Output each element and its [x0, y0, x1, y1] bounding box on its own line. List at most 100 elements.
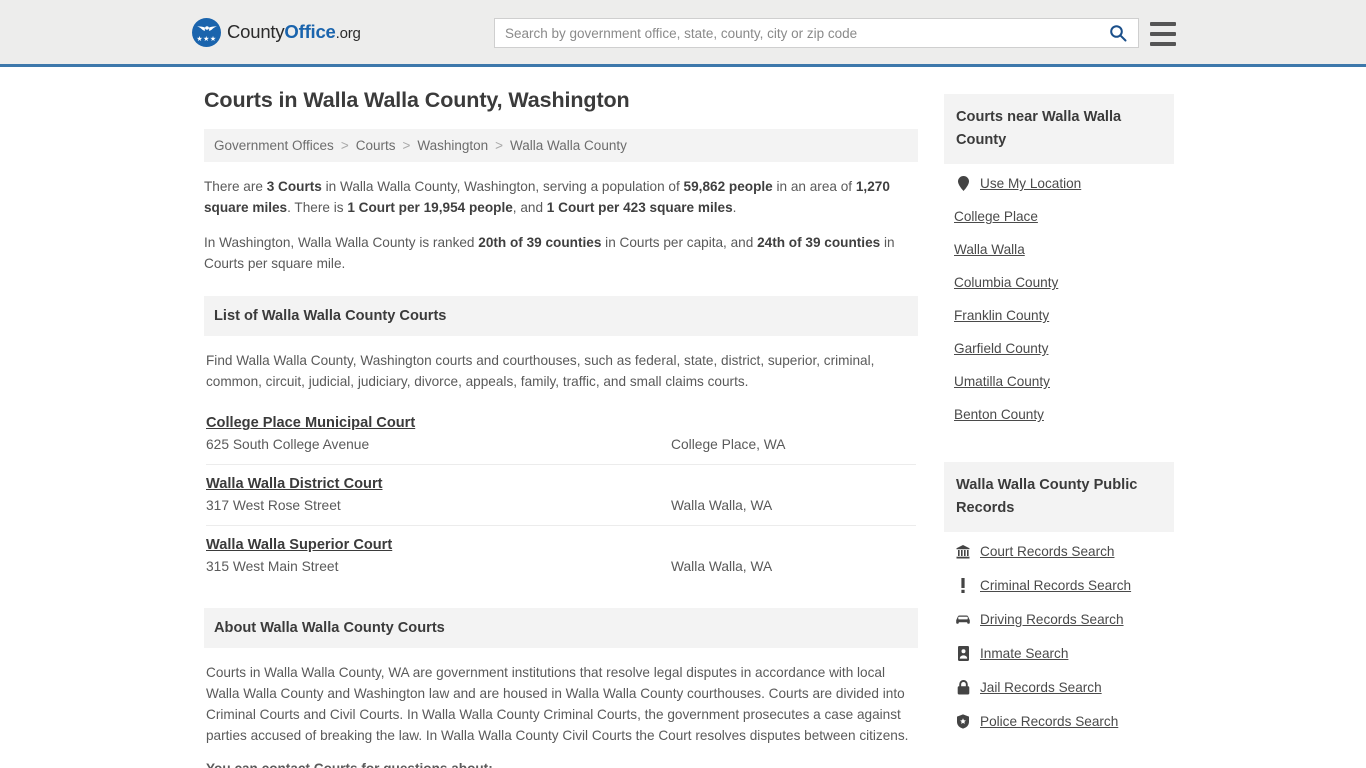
court-name-link[interactable]: Walla Walla District Court [206, 476, 383, 492]
sidebar-item-umatilla-county[interactable]: Umatilla County [954, 374, 1172, 389]
intro-text: . [732, 200, 737, 215]
sidebar-item-columbia-county[interactable]: Columbia County [954, 275, 1172, 290]
breadcrumb-separator-icon: > [402, 138, 411, 153]
court-detail: 315 West Main Street Walla Walla, WA [206, 559, 916, 574]
sidebar-item-police-records-search[interactable]: Police Records Search [954, 714, 1172, 729]
intro-text: in Courts per capita, and [601, 235, 758, 250]
intro-statistics: There are 3 Courts in Walla Walla County… [204, 176, 918, 274]
brand-wordmark: CountyOffice.org [227, 21, 361, 43]
sidebar-item-jail-records-search[interactable]: Jail Records Search [954, 680, 1172, 695]
site-header: ★★★ CountyOffice.org [0, 0, 1366, 67]
stat-rank-per-capita: 20th of 39 counties [478, 235, 602, 250]
sidebar-item-label: Use My Location [980, 176, 1082, 191]
court-city: Walla Walla, WA [671, 498, 773, 513]
table-row[interactable]: Walla Walla Superior Court 315 West Main… [206, 526, 916, 586]
intro-text: , and [512, 200, 547, 215]
stat-courts-per-area: 1 Court per 423 square miles [546, 200, 733, 215]
lock-icon [954, 680, 972, 695]
hamburger-menu-icon [1150, 22, 1176, 26]
court-list: College Place Municipal Court 625 South … [206, 404, 916, 586]
sidebar-item-franklin-county[interactable]: Franklin County [954, 308, 1172, 323]
sidebar-item-college-place[interactable]: College Place [954, 209, 1172, 224]
intro-text: in Walla Walla County, Washington, servi… [321, 179, 684, 194]
court-address: 315 West Main Street [206, 559, 339, 574]
court-address: 317 West Rose Street [206, 498, 341, 513]
sidebar-header-courts-nearby: Courts near Walla Walla County [944, 94, 1174, 164]
about-subheading: You can contact Courts for questions abo… [206, 758, 916, 768]
list-section-description: Find Walla Walla County, Washington cour… [206, 353, 875, 389]
court-city: Walla Walla, WA [671, 559, 773, 574]
sidebar-item-label: Garfield County [954, 341, 1049, 356]
search-input[interactable] [495, 19, 1098, 47]
section-header-list-of-courts: List of Walla Walla County Courts [204, 296, 918, 336]
sidebar-item-label: Walla Walla [954, 242, 1025, 257]
sidebar-item-use-my-location[interactable]: Use My Location [954, 176, 1172, 191]
stat-court-count: 3 Courts [266, 179, 322, 194]
sidebar-item-court-records-search[interactable]: Court Records Search [954, 544, 1172, 559]
list-section-body: Find Walla Walla County, Washington cour… [204, 336, 918, 586]
court-name-link[interactable]: Walla Walla Superior Court [206, 537, 392, 553]
intro-text: In Washington, Walla Walla County is ran… [204, 235, 479, 250]
site-logo[interactable]: ★★★ CountyOffice.org [192, 17, 361, 47]
sidebar-item-criminal-records-search[interactable]: Criminal Records Search [954, 578, 1172, 593]
brand-part-org: .org [335, 25, 361, 42]
court-address: 625 South College Avenue [206, 437, 370, 452]
court-detail: 625 South College Avenue College Place, … [206, 437, 916, 452]
brand-part-county: County [227, 21, 285, 42]
sidebar-nearby-links: Use My Location College Place Walla Wall… [944, 164, 1174, 442]
eagle-icon [196, 25, 217, 31]
sidebar-item-label: Criminal Records Search [980, 578, 1132, 593]
car-icon [954, 615, 972, 625]
hamburger-menu-icon [1150, 42, 1176, 46]
court-name-link[interactable]: College Place Municipal Court [206, 415, 415, 431]
sidebar-header-public-records: Walla Walla County Public Records [944, 462, 1174, 532]
stars-icon: ★★★ [196, 35, 217, 43]
about-section-body: Courts in Walla Walla County, WA are gov… [204, 648, 918, 768]
intro-text: . There is [287, 200, 348, 215]
sidebar-item-benton-county[interactable]: Benton County [954, 407, 1172, 422]
breadcrumb-item-courts[interactable]: Courts [356, 138, 396, 153]
stat-population: 59,862 people [683, 179, 773, 194]
page-title: Courts in Walla Walla County, Washington [204, 88, 630, 112]
intro-paragraph-2: In Washington, Walla Walla County is ran… [204, 232, 918, 274]
breadcrumb: Government Offices > Courts > Washington… [204, 129, 918, 162]
court-detail: 317 West Rose Street Walla Walla, WA [206, 498, 916, 513]
sidebar-item-label: College Place [954, 209, 1038, 224]
table-row[interactable]: Walla Walla District Court 317 West Rose… [206, 465, 916, 526]
search-icon [1110, 25, 1127, 42]
id-badge-icon [954, 646, 972, 661]
breadcrumb-item-washington[interactable]: Washington [417, 138, 488, 153]
sidebar-item-driving-records-search[interactable]: Driving Records Search [954, 612, 1172, 627]
exclamation-icon [954, 578, 972, 593]
intro-text: There are [204, 179, 267, 194]
sidebar-item-garfield-county[interactable]: Garfield County [954, 341, 1172, 356]
sidebar-item-label: Benton County [954, 407, 1044, 422]
sidebar-item-label: Court Records Search [980, 544, 1115, 559]
sidebar-item-label: Jail Records Search [980, 680, 1102, 695]
breadcrumb-item-government-offices[interactable]: Government Offices [214, 138, 334, 153]
sidebar-item-label: Columbia County [954, 275, 1059, 290]
sidebar-item-label: Police Records Search [980, 714, 1119, 729]
sidebar-item-walla-walla[interactable]: Walla Walla [954, 242, 1172, 257]
breadcrumb-item-walla-walla-county[interactable]: Walla Walla County [510, 138, 627, 153]
breadcrumb-separator-icon: > [495, 138, 504, 153]
table-row[interactable]: College Place Municipal Court 625 South … [206, 404, 916, 465]
section-header-about-courts: About Walla Walla County Courts [204, 608, 918, 648]
search-button[interactable] [1098, 19, 1138, 47]
police-badge-icon [954, 714, 972, 729]
intro-paragraph-1: There are 3 Courts in Walla Walla County… [204, 176, 918, 218]
breadcrumb-separator-icon: > [340, 138, 349, 153]
sidebar-item-label: Inmate Search [980, 646, 1069, 661]
sidebar-public-records-block: Walla Walla County Public Records Court … [944, 462, 1174, 750]
sidebar-item-label: Driving Records Search [980, 612, 1124, 627]
hamburger-menu-icon [1150, 32, 1176, 36]
about-paragraph: Courts in Walla Walla County, WA are gov… [206, 665, 909, 743]
court-city: College Place, WA [671, 437, 786, 452]
stat-rank-per-sq-mile: 24th of 39 counties [757, 235, 881, 250]
sidebar-item-inmate-search[interactable]: Inmate Search [954, 646, 1172, 661]
sidebar-item-label: Franklin County [954, 308, 1050, 323]
sidebar-records-links: Court Records Search Criminal Records Se… [944, 532, 1174, 750]
stat-courts-per-people: 1 Court per 19,954 people [347, 200, 513, 215]
hamburger-menu-button[interactable] [1150, 20, 1176, 46]
search-bar[interactable] [494, 18, 1139, 48]
